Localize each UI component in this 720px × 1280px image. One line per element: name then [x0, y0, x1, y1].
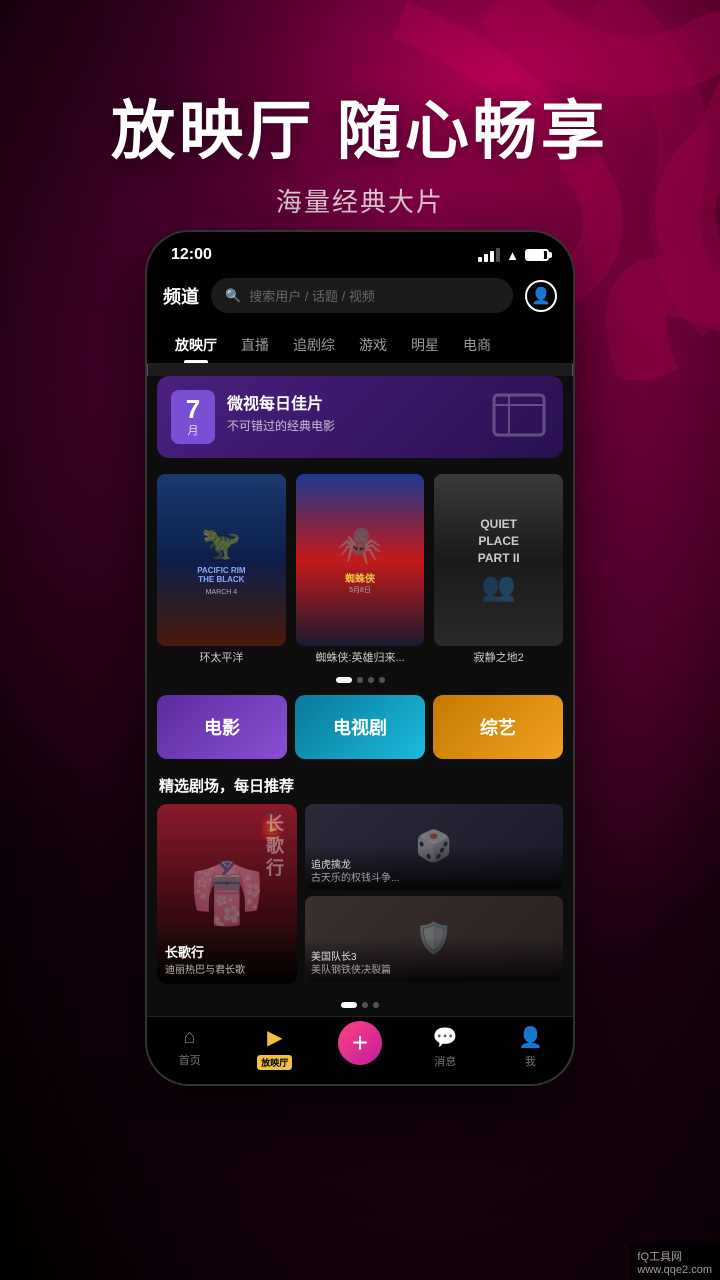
movie-title-3: 寂静之地2 [434, 651, 563, 665]
drama-main-item[interactable]: 👘 🏮 长歌行 长歌行 迪丽热巴与君长歌 [157, 804, 297, 984]
status-icons: ▲ [478, 248, 549, 263]
app-header: 频道 🔍 搜索用户 / 话题 / 视频 👤 [147, 270, 573, 323]
nav-tabs: 放映厅 直播 追剧综 游戏 明星 电商 [147, 323, 573, 364]
me-label: 我 [525, 1053, 536, 1069]
fangying-badge: 放映厅 [257, 1055, 292, 1070]
drama-grid: 👘 🏮 长歌行 长歌行 迪丽热巴与君长歌 🎲 [147, 804, 573, 996]
drama-small-1[interactable]: 🎲 追虎擒龙古天乐的权钱斗争... [305, 804, 563, 890]
movie-poster-3: QUIETPLACEPART II 👥 [434, 474, 563, 646]
tab-fangying[interactable]: 放映厅 [163, 327, 229, 363]
category-tv[interactable]: 电视剧 [295, 695, 425, 759]
dot-3 [368, 677, 374, 683]
search-icon: 🔍 [225, 288, 241, 304]
tab-ecom[interactable]: 电商 [451, 327, 503, 363]
battery-icon [525, 249, 549, 261]
search-placeholder-text: 搜索用户 / 话题 / 视频 [249, 286, 375, 305]
hero-title: 放映厅 随心畅享 [0, 80, 720, 172]
me-icon: 👤 [518, 1025, 543, 1050]
search-bar[interactable]: 🔍 搜索用户 / 话题 / 视频 [211, 278, 513, 313]
movie-poster-1: 🦖 PACIFIC RIMTHE BLACK MARCH 4 [157, 474, 286, 646]
drama-small-label-1: 追虎擒龙古天乐的权钱斗争... [305, 845, 563, 890]
status-time: 12:00 [171, 246, 212, 264]
nav-messages[interactable]: 💬 消息 [403, 1025, 488, 1069]
movie-poster-2: 🕷️ 蜘蛛侠 5月8日 [296, 474, 425, 646]
drama-main-title: 长歌行 [165, 942, 289, 961]
featured-card[interactable]: 7 月 微视每日佳片 不可错过的经典电影 [157, 376, 563, 458]
section-title: 精选剧场，每日推荐 [147, 771, 573, 804]
nav-me[interactable]: 👤 我 [488, 1025, 573, 1069]
plus-button[interactable]: + [338, 1021, 382, 1065]
dot-2 [357, 677, 363, 683]
movie-title-1: 环太平洋 [157, 651, 286, 665]
watermark-line1: fQ工具网 [637, 1248, 712, 1264]
status-bar: 12:00 ▲ [147, 232, 573, 270]
movie-list: 🦖 PACIFIC RIMTHE BLACK MARCH 4 环太平洋 🕷️ 蜘… [147, 466, 573, 673]
featured-logo [489, 390, 549, 440]
app-logo: 频道 [163, 283, 199, 309]
user-add-icon[interactable]: 👤 [525, 280, 557, 312]
phone-mockup: 12:00 ▲ 频道 🔍 搜索用户 / 话题 / 视频 👤 放映厅 [145, 230, 575, 1086]
fangying-icon: ▶ [267, 1025, 282, 1050]
drama-small-2[interactable]: 🛡️ 美国队长3美队钢铁侠决裂篇 [305, 896, 563, 982]
date-badge: 7 月 [171, 390, 215, 444]
tab-game[interactable]: 游戏 [347, 327, 399, 363]
phone-screen: 12:00 ▲ 频道 🔍 搜索用户 / 话题 / 视频 👤 放映厅 [145, 230, 575, 1086]
home-icon: ⌂ [184, 1026, 196, 1049]
signal-icon [478, 248, 500, 262]
movie-item-1[interactable]: 🦖 PACIFIC RIMTHE BLACK MARCH 4 环太平洋 [157, 474, 286, 665]
category-movie[interactable]: 电影 [157, 695, 287, 759]
drama-dot-2 [362, 1002, 368, 1008]
nav-fangying[interactable]: ▶ 放映厅 [232, 1025, 317, 1070]
dot-4 [379, 677, 385, 683]
category-buttons: 电影 电视剧 综艺 [147, 691, 573, 771]
nav-home[interactable]: ⌂ 首页 [147, 1026, 232, 1068]
tab-star[interactable]: 明星 [399, 327, 451, 363]
message-label: 消息 [434, 1053, 456, 1069]
date-number: 7 [181, 396, 205, 422]
bottom-navigation: ⌂ 首页 ▶ 放映厅 + 💬 消息 👤 我 [147, 1016, 573, 1084]
hero-section: 放映厅 随心畅享 海量经典大片 [0, 80, 720, 219]
drama-side-items: 🎲 追虎擒龙古天乐的权钱斗争... 🛡️ 美国队长3美队钢铁侠决裂篇 [305, 804, 563, 984]
category-variety[interactable]: 综艺 [433, 695, 563, 759]
drama-dot-1 [341, 1002, 357, 1008]
movie-item-3[interactable]: QUIETPLACEPART II 👥 寂静之地2 [434, 474, 563, 665]
tab-live[interactable]: 直播 [229, 327, 281, 363]
movie-item-2[interactable]: 🕷️ 蜘蛛侠 5月8日 蜘蛛侠:英雄归来... [296, 474, 425, 665]
content-area: 7 月 微视每日佳片 不可错过的经典电影 [147, 376, 573, 1016]
drama-dots [147, 996, 573, 1016]
watermark: fQ工具网 www.qqe2.com [629, 1244, 720, 1280]
date-unit: 月 [181, 422, 205, 438]
message-icon: 💬 [433, 1025, 458, 1050]
watermark-line2: www.qqe2.com [637, 1264, 712, 1276]
featured-subtitle: 不可错过的经典电影 [227, 417, 477, 434]
featured-title: 微视每日佳片 [227, 390, 477, 414]
drama-small-label-2: 美国队长3美队钢铁侠决裂篇 [305, 937, 563, 982]
carousel-dots [147, 673, 573, 691]
hero-subtitle: 海量经典大片 [0, 182, 720, 219]
drama-dot-3 [373, 1002, 379, 1008]
drama-main-info: 长歌行 迪丽热巴与君长歌 [157, 922, 297, 984]
home-label: 首页 [179, 1052, 201, 1068]
nav-plus[interactable]: + [317, 1029, 402, 1065]
tab-drama[interactable]: 追剧综 [281, 327, 347, 363]
drama-main-sub: 迪丽热巴与君长歌 [165, 961, 289, 976]
dot-1 [336, 677, 352, 683]
movie-title-2: 蜘蛛侠:英雄归来... [296, 651, 425, 665]
featured-info: 微视每日佳片 不可错过的经典电影 [227, 390, 477, 434]
wifi-icon: ▲ [506, 248, 519, 263]
